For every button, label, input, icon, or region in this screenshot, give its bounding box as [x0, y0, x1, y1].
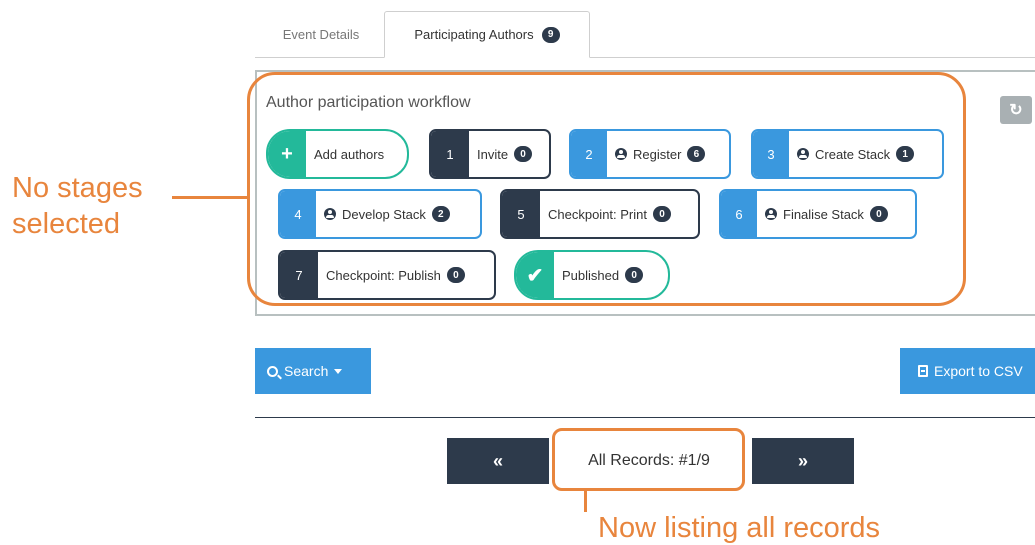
double-right-icon: »: [797, 450, 808, 471]
annotation-all-records: Now listing all records: [598, 512, 881, 544]
tab-label: Event Details: [282, 26, 360, 42]
caret-down-icon: [334, 368, 343, 374]
annotation-connector: [584, 491, 587, 512]
search-icon: [267, 365, 278, 377]
file-icon: [918, 365, 928, 377]
export-csv-button[interactable]: Export to CSV: [900, 348, 1035, 394]
double-left-icon: «: [492, 450, 503, 471]
section-divider: [255, 417, 1035, 418]
annotation-connector: [172, 196, 248, 199]
search-button[interactable]: Search: [255, 348, 371, 394]
search-label: Search: [284, 363, 329, 379]
refresh-button[interactable]: ↻: [1000, 96, 1032, 124]
tab-label: Participating Authors: [414, 27, 534, 42]
tab-count-badge: 9: [541, 26, 560, 43]
tab-event-details[interactable]: Event Details: [262, 11, 380, 57]
annotation-highlight-records: [552, 428, 745, 491]
export-label: Export to CSV: [934, 363, 1023, 379]
refresh-icon: ↻: [1009, 102, 1023, 119]
tab-participating-authors[interactable]: Participating Authors 9: [384, 11, 590, 58]
previous-page-button[interactable]: «: [447, 438, 549, 484]
annotation-highlight-stages: [247, 72, 966, 306]
annotation-no-stages: No stages selected: [12, 172, 143, 240]
next-page-button[interactable]: »: [752, 438, 854, 484]
tabs-divider: [255, 57, 1035, 58]
